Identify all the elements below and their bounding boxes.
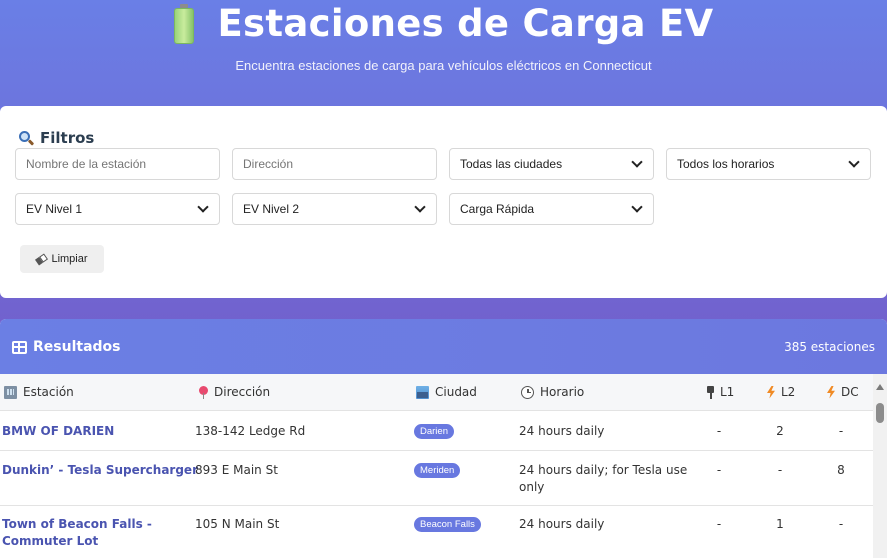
l1-count: - [716,424,722,438]
column-hours-label: Horario [540,385,585,399]
table-scrollbar[interactable] [873,374,887,558]
ev-level1-select[interactable]: EV Nivel 1 [15,193,220,225]
station-name-input[interactable]: Nombre de la estación [15,148,220,180]
filters-heading: Filtros [18,129,94,147]
column-dc[interactable]: DC [827,385,859,399]
l1-count: - [716,517,722,531]
pin-icon [199,385,208,399]
page-subtitle: Encuentra estaciones de carga para vehíc… [235,58,652,73]
column-address-label: Dirección [214,385,271,399]
chevron-down-icon [848,156,860,168]
column-l2[interactable]: L2 [767,385,795,399]
clear-button-label: Limpiar [51,253,88,265]
results-title: Resultados [33,339,121,355]
station-hours: 24 hours daily; for Tesla use only [519,463,688,494]
results-panel: Resultados 385 estaciones Estación Direc… [0,319,887,558]
city-badge: Beacon Falls [414,517,481,532]
fast-charge-select[interactable]: Carga Rápida [449,193,654,225]
title-row: Estaciones de Carga EV [0,2,887,45]
column-station-label: Estación [23,385,74,399]
station-hours: 24 hours daily [519,517,605,531]
station-hours: 24 hours daily [519,424,605,438]
l2-count: 2 [776,424,784,438]
results-count: 385 estaciones [784,340,875,354]
ev-level2-select[interactable]: EV Nivel 2 [232,193,437,225]
scroll-thumb[interactable] [876,403,884,423]
city-select-value: Todas las ciudades [460,157,563,171]
table-header: Estación Dirección Ciudad Horario L1 L2 … [0,374,873,411]
clear-button[interactable]: Limpiar [20,245,104,273]
battery-icon [173,3,195,44]
column-address[interactable]: Dirección [199,385,270,399]
l2-count: 1 [776,517,784,531]
column-l1-label: L1 [720,385,735,399]
dc-count: - [838,424,844,438]
ev-level1-value: EV Nivel 1 [26,202,83,216]
station-link[interactable]: Town of Beacon Falls - Commuter Lot [2,516,172,550]
column-l1[interactable]: L1 [707,385,734,399]
filters-title: Filtros [40,129,95,147]
filters-panel: Filtros Nombre de la estación Dirección … [0,106,887,298]
address-placeholder: Dirección [243,157,294,171]
fast-charge-value: Carga Rápida [460,202,535,216]
lightning-icon [767,386,775,399]
magnifying-glass-icon [18,130,35,146]
column-city-label: Ciudad [435,385,477,399]
chevron-down-icon [414,201,426,213]
column-l2-label: L2 [781,385,796,399]
l1-count: - [716,463,722,477]
column-station[interactable]: Estación [4,385,74,399]
dc-count: 8 [837,463,845,477]
ev-level2-value: EV Nivel 2 [243,202,300,216]
station-address: 138-142 Ledge Rd [195,424,306,438]
station-link[interactable]: Dunkin’ - Tesla Supercharger [2,462,198,479]
station-name-placeholder: Nombre de la estación [26,157,147,171]
table-icon [12,340,27,354]
hours-select-value: Todos los horarios [677,157,775,171]
eraser-icon [35,252,49,266]
table-row: BMW OF DARIEN 138-142 Ledge Rd Darien 24… [0,412,873,451]
station-link[interactable]: BMW OF DARIEN [2,423,114,440]
table-row: Town of Beacon Falls - Commuter Lot 105 … [0,506,873,558]
scroll-up-arrow-icon[interactable] [876,384,884,390]
results-heading: Resultados [12,339,121,355]
chevron-down-icon [631,156,643,168]
column-hours[interactable]: Horario [521,385,584,399]
column-dc-label: DC [841,385,859,399]
city-badge: Meriden [414,463,461,478]
table-row: Dunkin’ - Tesla Supercharger 893 E Main … [0,451,873,506]
page-title: Estaciones de Carga EV [217,2,714,45]
clock-icon [521,385,534,399]
plug-icon [707,385,714,399]
city-icon [416,385,429,399]
city-select[interactable]: Todas las ciudades [449,148,654,180]
lightning-icon [827,386,835,399]
hours-select[interactable]: Todos los horarios [666,148,871,180]
city-badge: Darien [414,424,454,439]
station-address: 893 E Main St [195,463,278,477]
address-input[interactable]: Dirección [232,148,437,180]
page-header: Estaciones de Carga EV Encuentra estacio… [0,0,887,106]
results-header: Resultados 385 estaciones [0,319,887,374]
l2-count: - [777,463,783,477]
dc-count: - [838,517,844,531]
building-icon [4,385,17,399]
chevron-down-icon [197,201,209,213]
chevron-down-icon [631,201,643,213]
column-city[interactable]: Ciudad [416,385,477,399]
station-address: 105 N Main St [195,517,280,531]
